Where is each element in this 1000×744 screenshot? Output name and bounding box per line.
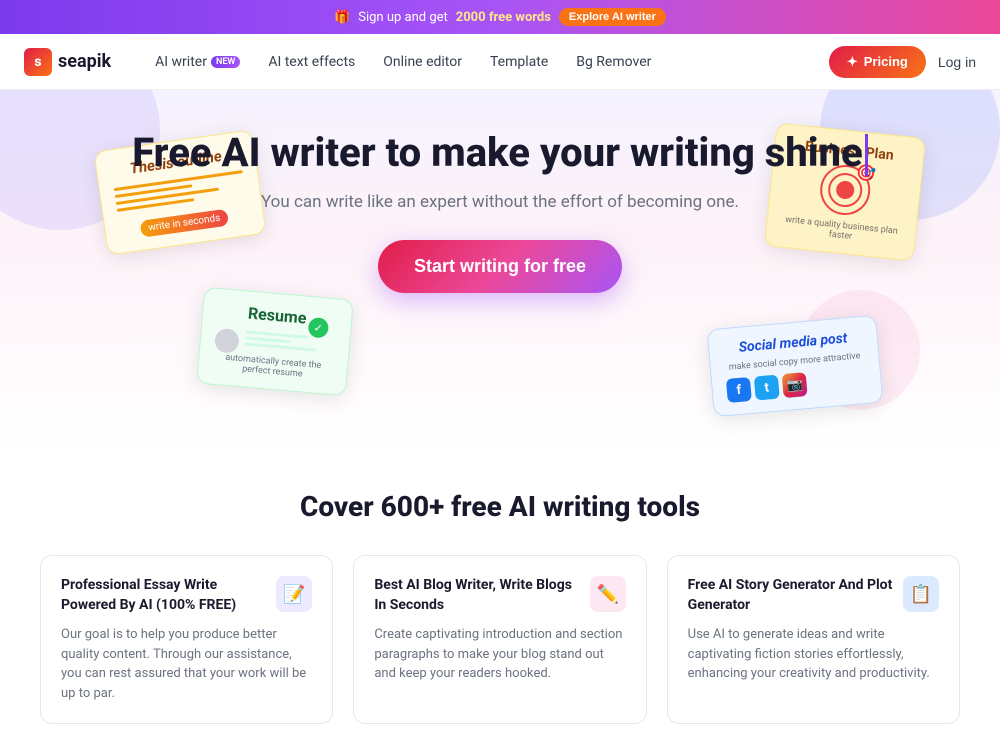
feature-icon-1: ✏️ xyxy=(590,576,626,612)
feature-card-1: Best AI Blog Writer, Write Blogs In Seco… xyxy=(353,555,646,724)
new-badge: NEW xyxy=(211,56,240,68)
feature-card-2-header: Free AI Story Generator And Plot Generat… xyxy=(688,576,939,615)
resume-sub-text: automatically create the perfect resume xyxy=(212,352,333,382)
feature-icon-0: 📝 xyxy=(276,576,312,612)
cursor xyxy=(865,134,868,176)
logo[interactable]: s seapik xyxy=(24,48,111,76)
feature-card-0-header: Professional Essay Write Powered By AI (… xyxy=(61,576,312,615)
blob-3 xyxy=(800,290,920,410)
feature-card-1-header: Best AI Blog Writer, Write Blogs In Seco… xyxy=(374,576,625,615)
logo-text: seapik xyxy=(58,51,111,72)
banner-highlight: 2000 free words xyxy=(456,10,551,25)
feature-title-2: Free AI Story Generator And Plot Generat… xyxy=(688,576,903,615)
social-card-subtitle: make social copy more attractive xyxy=(724,351,864,373)
social-card-title: Social media post xyxy=(723,329,864,357)
twitter-icon: t xyxy=(754,375,780,401)
feature-icon-2: 📋 xyxy=(903,576,939,612)
feature-card-2: Free AI Story Generator And Plot Generat… xyxy=(667,555,960,724)
resume-photo xyxy=(214,328,240,354)
banner-text: Sign up and get xyxy=(358,10,448,25)
feature-desc-2: Use AI to generate ideas and write capti… xyxy=(688,625,939,684)
pricing-button[interactable]: ✦ Pricing xyxy=(829,46,926,78)
thesis-btn: write in seconds xyxy=(139,209,229,238)
banner-gift-icon: 🎁 xyxy=(334,10,350,25)
features-title: Cover 600+ free AI writing tools xyxy=(40,490,960,523)
social-card: Social media post make social copy more … xyxy=(706,315,883,417)
nav-item-ai-text-effects[interactable]: AI text effects xyxy=(256,48,367,76)
login-button[interactable]: Log in xyxy=(938,54,976,70)
logo-icon: s xyxy=(24,48,52,76)
feature-title-1: Best AI Blog Writer, Write Blogs In Seco… xyxy=(374,576,589,615)
features-section: Cover 600+ free AI writing tools Profess… xyxy=(0,450,1000,744)
feature-desc-0: Our goal is to help you produce better q… xyxy=(61,625,312,703)
header: s seapik AI writer NEW AI text effects O… xyxy=(0,34,1000,90)
nav-item-template[interactable]: Template xyxy=(478,48,560,76)
hero-subtitle: You can write like an expert without the… xyxy=(20,192,980,212)
resume-line-1 xyxy=(246,330,309,338)
resume-line-2 xyxy=(245,336,290,343)
hero-section: Thesis outline write in seconds Business… xyxy=(0,90,1000,450)
top-banner: 🎁 Sign up and get 2000 free words Explor… xyxy=(0,0,1000,34)
resume-card-title: Resume xyxy=(217,301,338,330)
feature-card-0: Professional Essay Write Powered By AI (… xyxy=(40,555,333,724)
pricing-icon: ✦ xyxy=(847,54,858,70)
nav-item-ai-writer[interactable]: AI writer NEW xyxy=(143,48,252,76)
features-grid: Professional Essay Write Powered By AI (… xyxy=(40,555,960,724)
instagram-icon: 📷 xyxy=(782,372,808,398)
header-actions: ✦ Pricing Log in xyxy=(829,46,976,78)
resume-check-icon: ✓ xyxy=(308,317,330,339)
main-nav: AI writer NEW AI text effects Online edi… xyxy=(143,48,829,76)
social-icons: f t 📷 xyxy=(726,367,868,403)
feature-desc-1: Create captivating introduction and sect… xyxy=(374,625,625,684)
hero-title: Free AI writer to make your writing shin… xyxy=(20,130,980,176)
resume-card: Resume ✓ automatically create the perfec… xyxy=(196,287,354,397)
nav-item-online-editor[interactable]: Online editor xyxy=(371,48,474,76)
feature-title-0: Professional Essay Write Powered By AI (… xyxy=(61,576,276,615)
start-writing-button[interactable]: Start writing for free xyxy=(378,240,622,293)
nav-item-bg-remover[interactable]: Bg Remover xyxy=(564,48,663,76)
facebook-icon: f xyxy=(726,377,752,403)
business-card-text: write a quality business plan faster xyxy=(780,215,901,247)
explore-ai-writer-button[interactable]: Explore AI writer xyxy=(559,8,666,26)
resume-line-3 xyxy=(245,342,317,351)
